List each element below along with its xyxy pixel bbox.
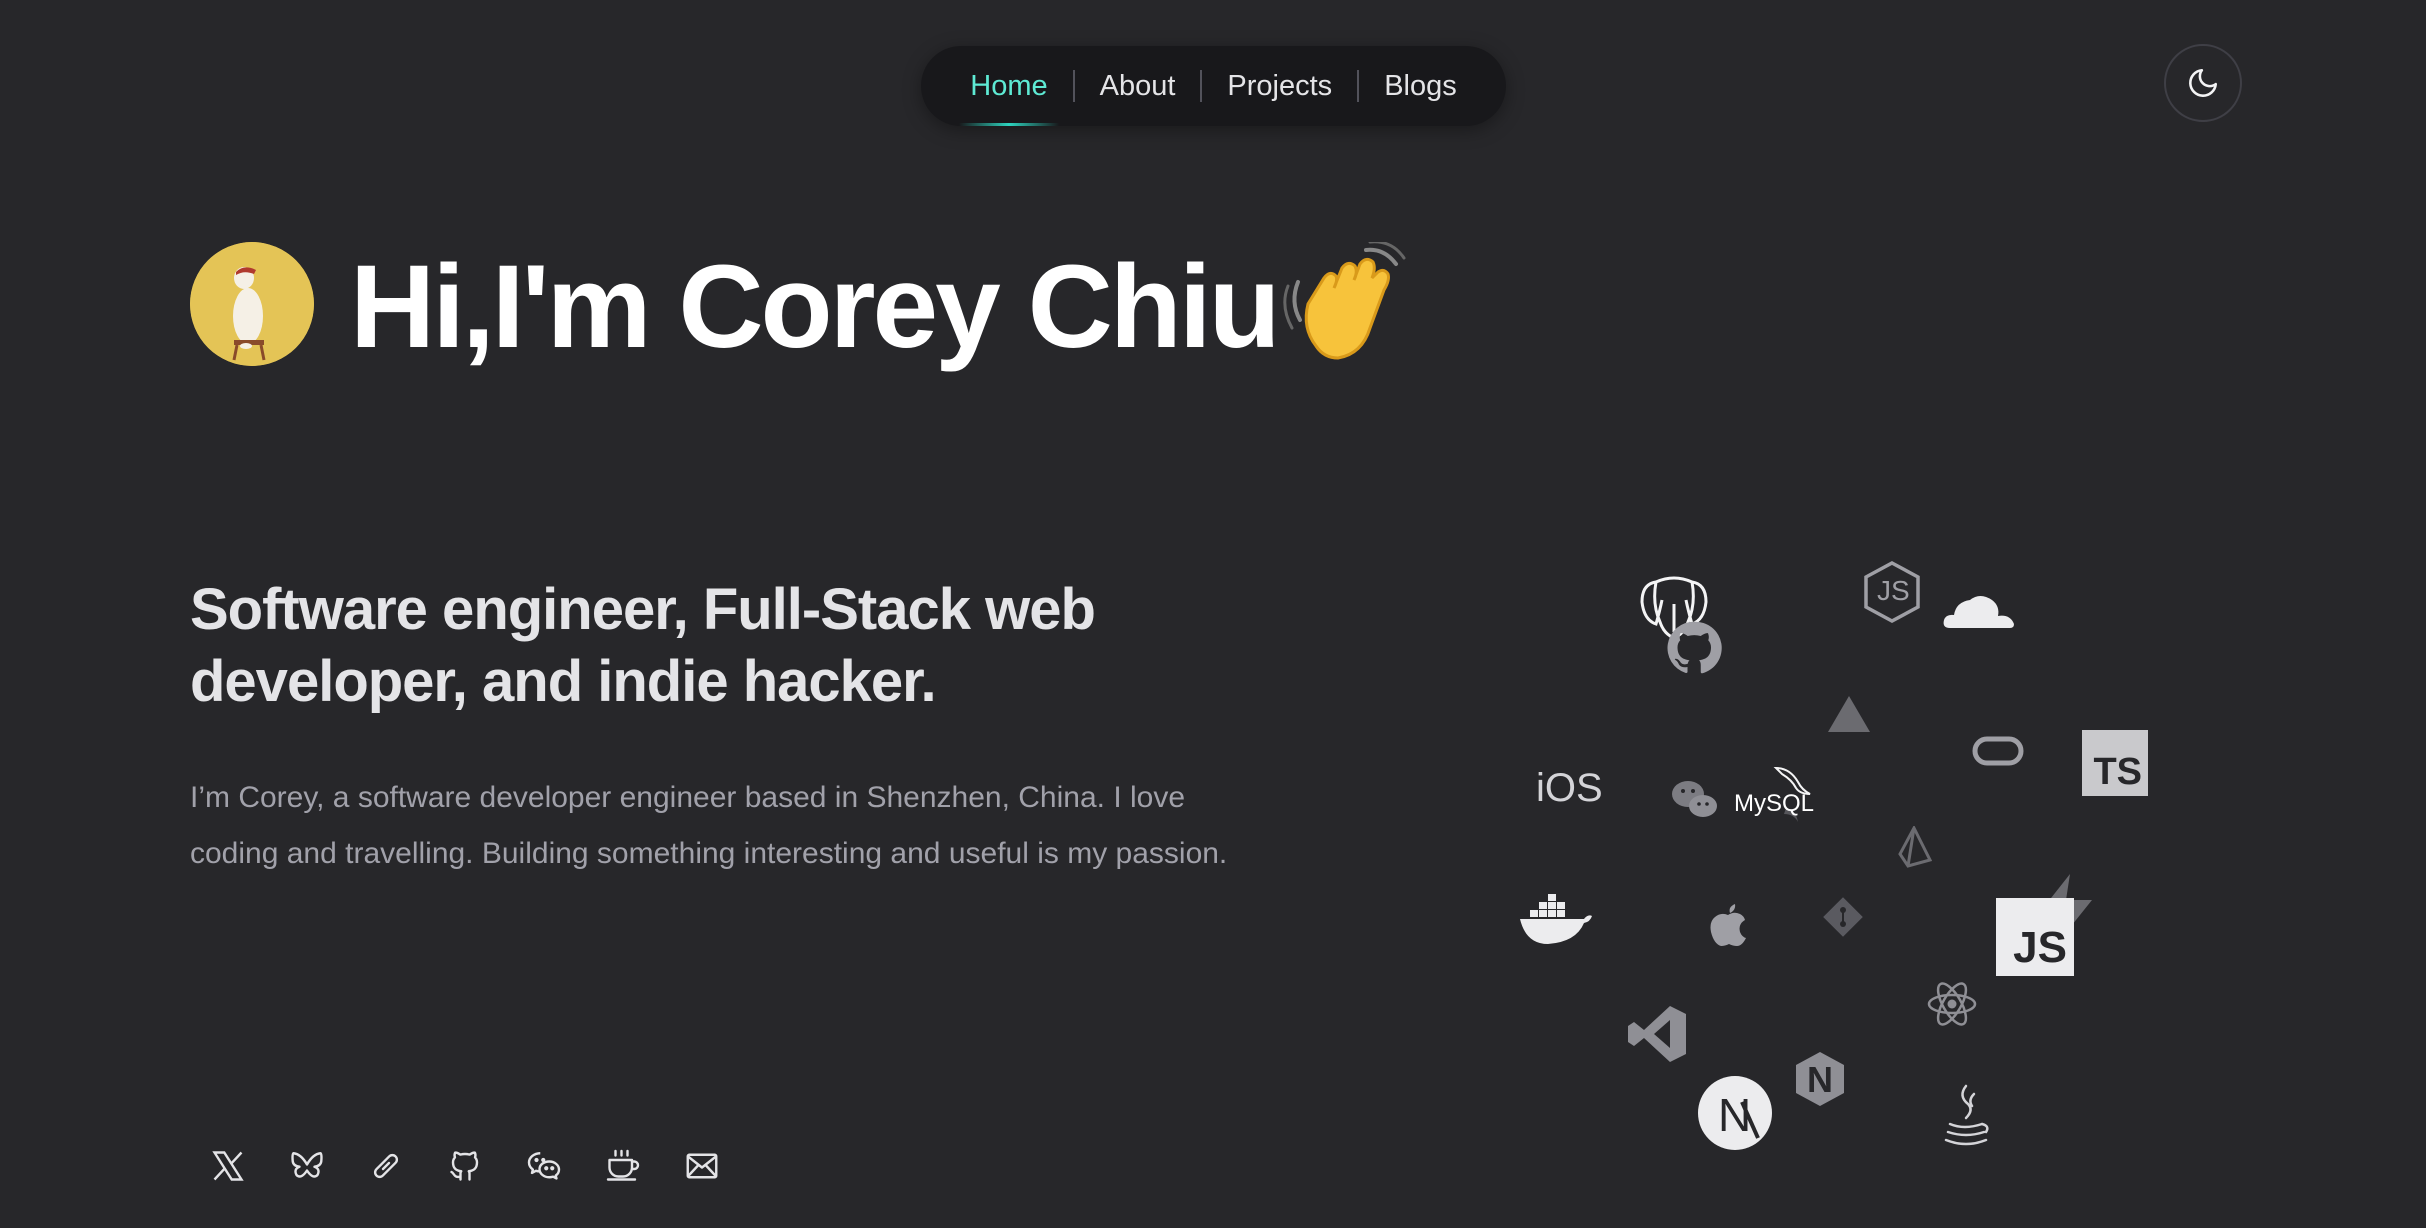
nav-projects[interactable]: Projects [1202, 46, 1357, 126]
main-nav: Home About Projects Blogs [921, 46, 1506, 126]
apple-icon [1710, 904, 1746, 946]
mysql-icon: MySQL [1734, 760, 1824, 832]
x-twitter-link[interactable] [210, 1148, 246, 1184]
bluesky-icon [291, 1152, 323, 1178]
nginx-label: N [1807, 1059, 1833, 1100]
mail-link[interactable] [684, 1148, 720, 1184]
waving-hand-icon [1283, 242, 1406, 360]
cloudflare-icon [1943, 596, 2014, 628]
react-icon [1927, 982, 1977, 1026]
nav-home[interactable]: Home [945, 46, 1072, 126]
javascript-label: JS [2013, 923, 2067, 972]
nav-blogs[interactable]: Blogs [1359, 46, 1482, 126]
mysql-label: MySQL [1734, 790, 1815, 817]
avatar [190, 242, 314, 366]
link-icon [373, 1153, 399, 1179]
nginx-icon: N [1794, 1050, 1846, 1108]
github-icon [1667, 621, 1722, 674]
bluesky-link[interactable] [289, 1148, 325, 1184]
coffee-icon [606, 1149, 640, 1181]
github-link[interactable] [447, 1148, 483, 1184]
theme-toggle-button[interactable] [2164, 44, 2242, 122]
java-icon [1944, 1084, 1989, 1146]
hero-title: Hi,I'm Corey Chiu [350, 232, 1410, 382]
wechat-icon [1672, 781, 1717, 817]
vercel-icon [1828, 696, 1870, 732]
wechat-icon [527, 1152, 561, 1180]
github-icon [450, 1151, 479, 1181]
prisma-icon [1898, 826, 1932, 868]
typescript-label: TS [2093, 751, 2142, 793]
hero-title-text: Hi,I'm Corey Chiu [350, 241, 1281, 373]
coffee-link[interactable] [605, 1148, 641, 1184]
nextjs-icon: N [1698, 1076, 1772, 1150]
ios-label: iOS [1536, 766, 1603, 810]
vscode-icon [1628, 1006, 1686, 1062]
tagline: Software engineer, Full-Stack web develo… [190, 577, 1096, 714]
social-links [210, 1148, 720, 1184]
git-icon [1823, 897, 1863, 937]
intro-paragraph: I’m Corey, a software developer engineer… [190, 781, 1228, 870]
typescript-icon: TS [2082, 730, 2148, 796]
mail-icon [686, 1153, 718, 1179]
moon-icon [2189, 68, 2218, 97]
oracle-icon [1972, 736, 2024, 766]
nav-about[interactable]: About [1075, 46, 1201, 126]
nodejs-label: JS [1877, 575, 1910, 606]
x-twitter-icon [212, 1151, 244, 1181]
nodejs-icon: JS [1862, 560, 1922, 624]
docker-icon [1520, 894, 1592, 944]
link-link[interactable] [368, 1148, 404, 1184]
javascript-icon: JS [1996, 898, 2074, 976]
wechat-link[interactable] [526, 1148, 562, 1184]
